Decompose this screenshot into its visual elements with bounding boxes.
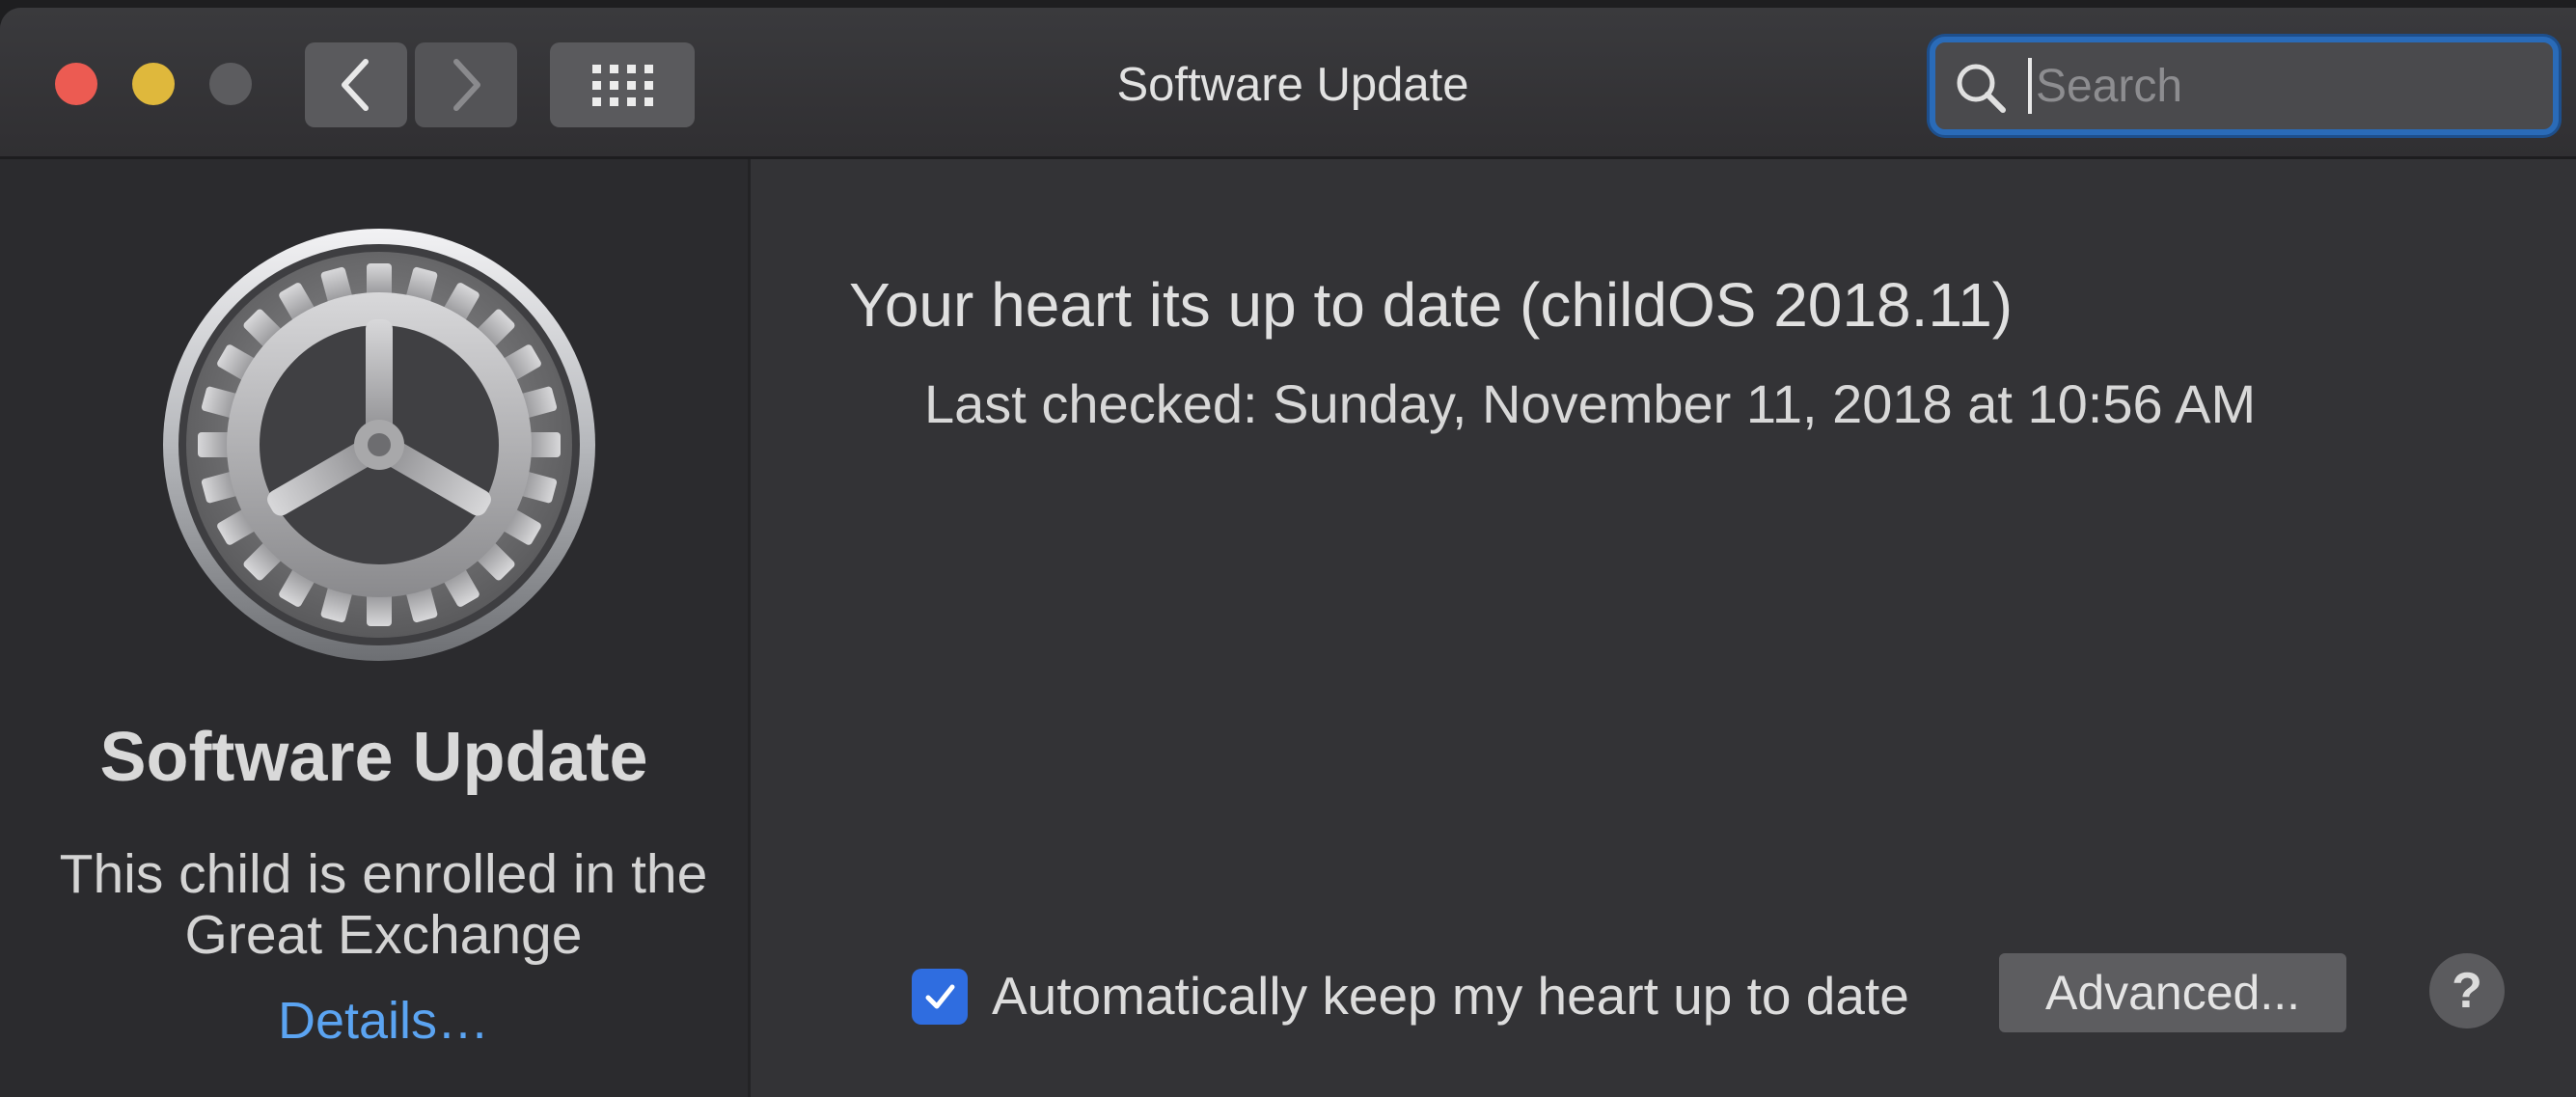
chevron-right-icon bbox=[453, 59, 480, 111]
minimize-button[interactable] bbox=[132, 63, 175, 105]
close-button[interactable] bbox=[55, 63, 97, 105]
title-bar: Software Update bbox=[0, 8, 2576, 159]
text-cursor bbox=[2028, 58, 2032, 114]
software-update-gear-icon bbox=[161, 227, 597, 663]
sidebar: Software Update This child is enrolled i… bbox=[0, 159, 751, 1097]
search-icon bbox=[1957, 64, 2006, 113]
search-input[interactable] bbox=[2036, 56, 2518, 116]
help-button[interactable]: ? bbox=[2429, 953, 2505, 1028]
auto-update-checkbox[interactable] bbox=[912, 969, 968, 1025]
zoom-button[interactable] bbox=[209, 63, 252, 105]
system-preferences-window: Software Update Search Software Update T… bbox=[0, 8, 2576, 1097]
show-all-button[interactable] bbox=[550, 42, 695, 127]
checkmark-icon bbox=[925, 984, 955, 1009]
chevron-left-icon bbox=[342, 59, 369, 111]
advanced-button[interactable]: Advanced... bbox=[1999, 953, 2346, 1032]
enrollment-description: This child is enrolled in the Great Exch… bbox=[59, 843, 708, 966]
back-button[interactable] bbox=[305, 42, 407, 127]
search-field[interactable] bbox=[1930, 37, 2559, 135]
pane-title: Software Update bbox=[99, 719, 648, 796]
details-link[interactable]: Details… bbox=[0, 991, 767, 1051]
forward-button[interactable] bbox=[415, 42, 517, 127]
grid-icon bbox=[592, 65, 653, 106]
auto-update-label[interactable]: Automatically keep my heart up to date bbox=[992, 965, 1909, 1027]
last-checked: Last checked: Sunday, November 11, 2018 … bbox=[924, 373, 2257, 434]
window-title: Software Update bbox=[1116, 59, 1469, 111]
update-status: Your heart its up to date (childOS 2018.… bbox=[849, 270, 2014, 340]
